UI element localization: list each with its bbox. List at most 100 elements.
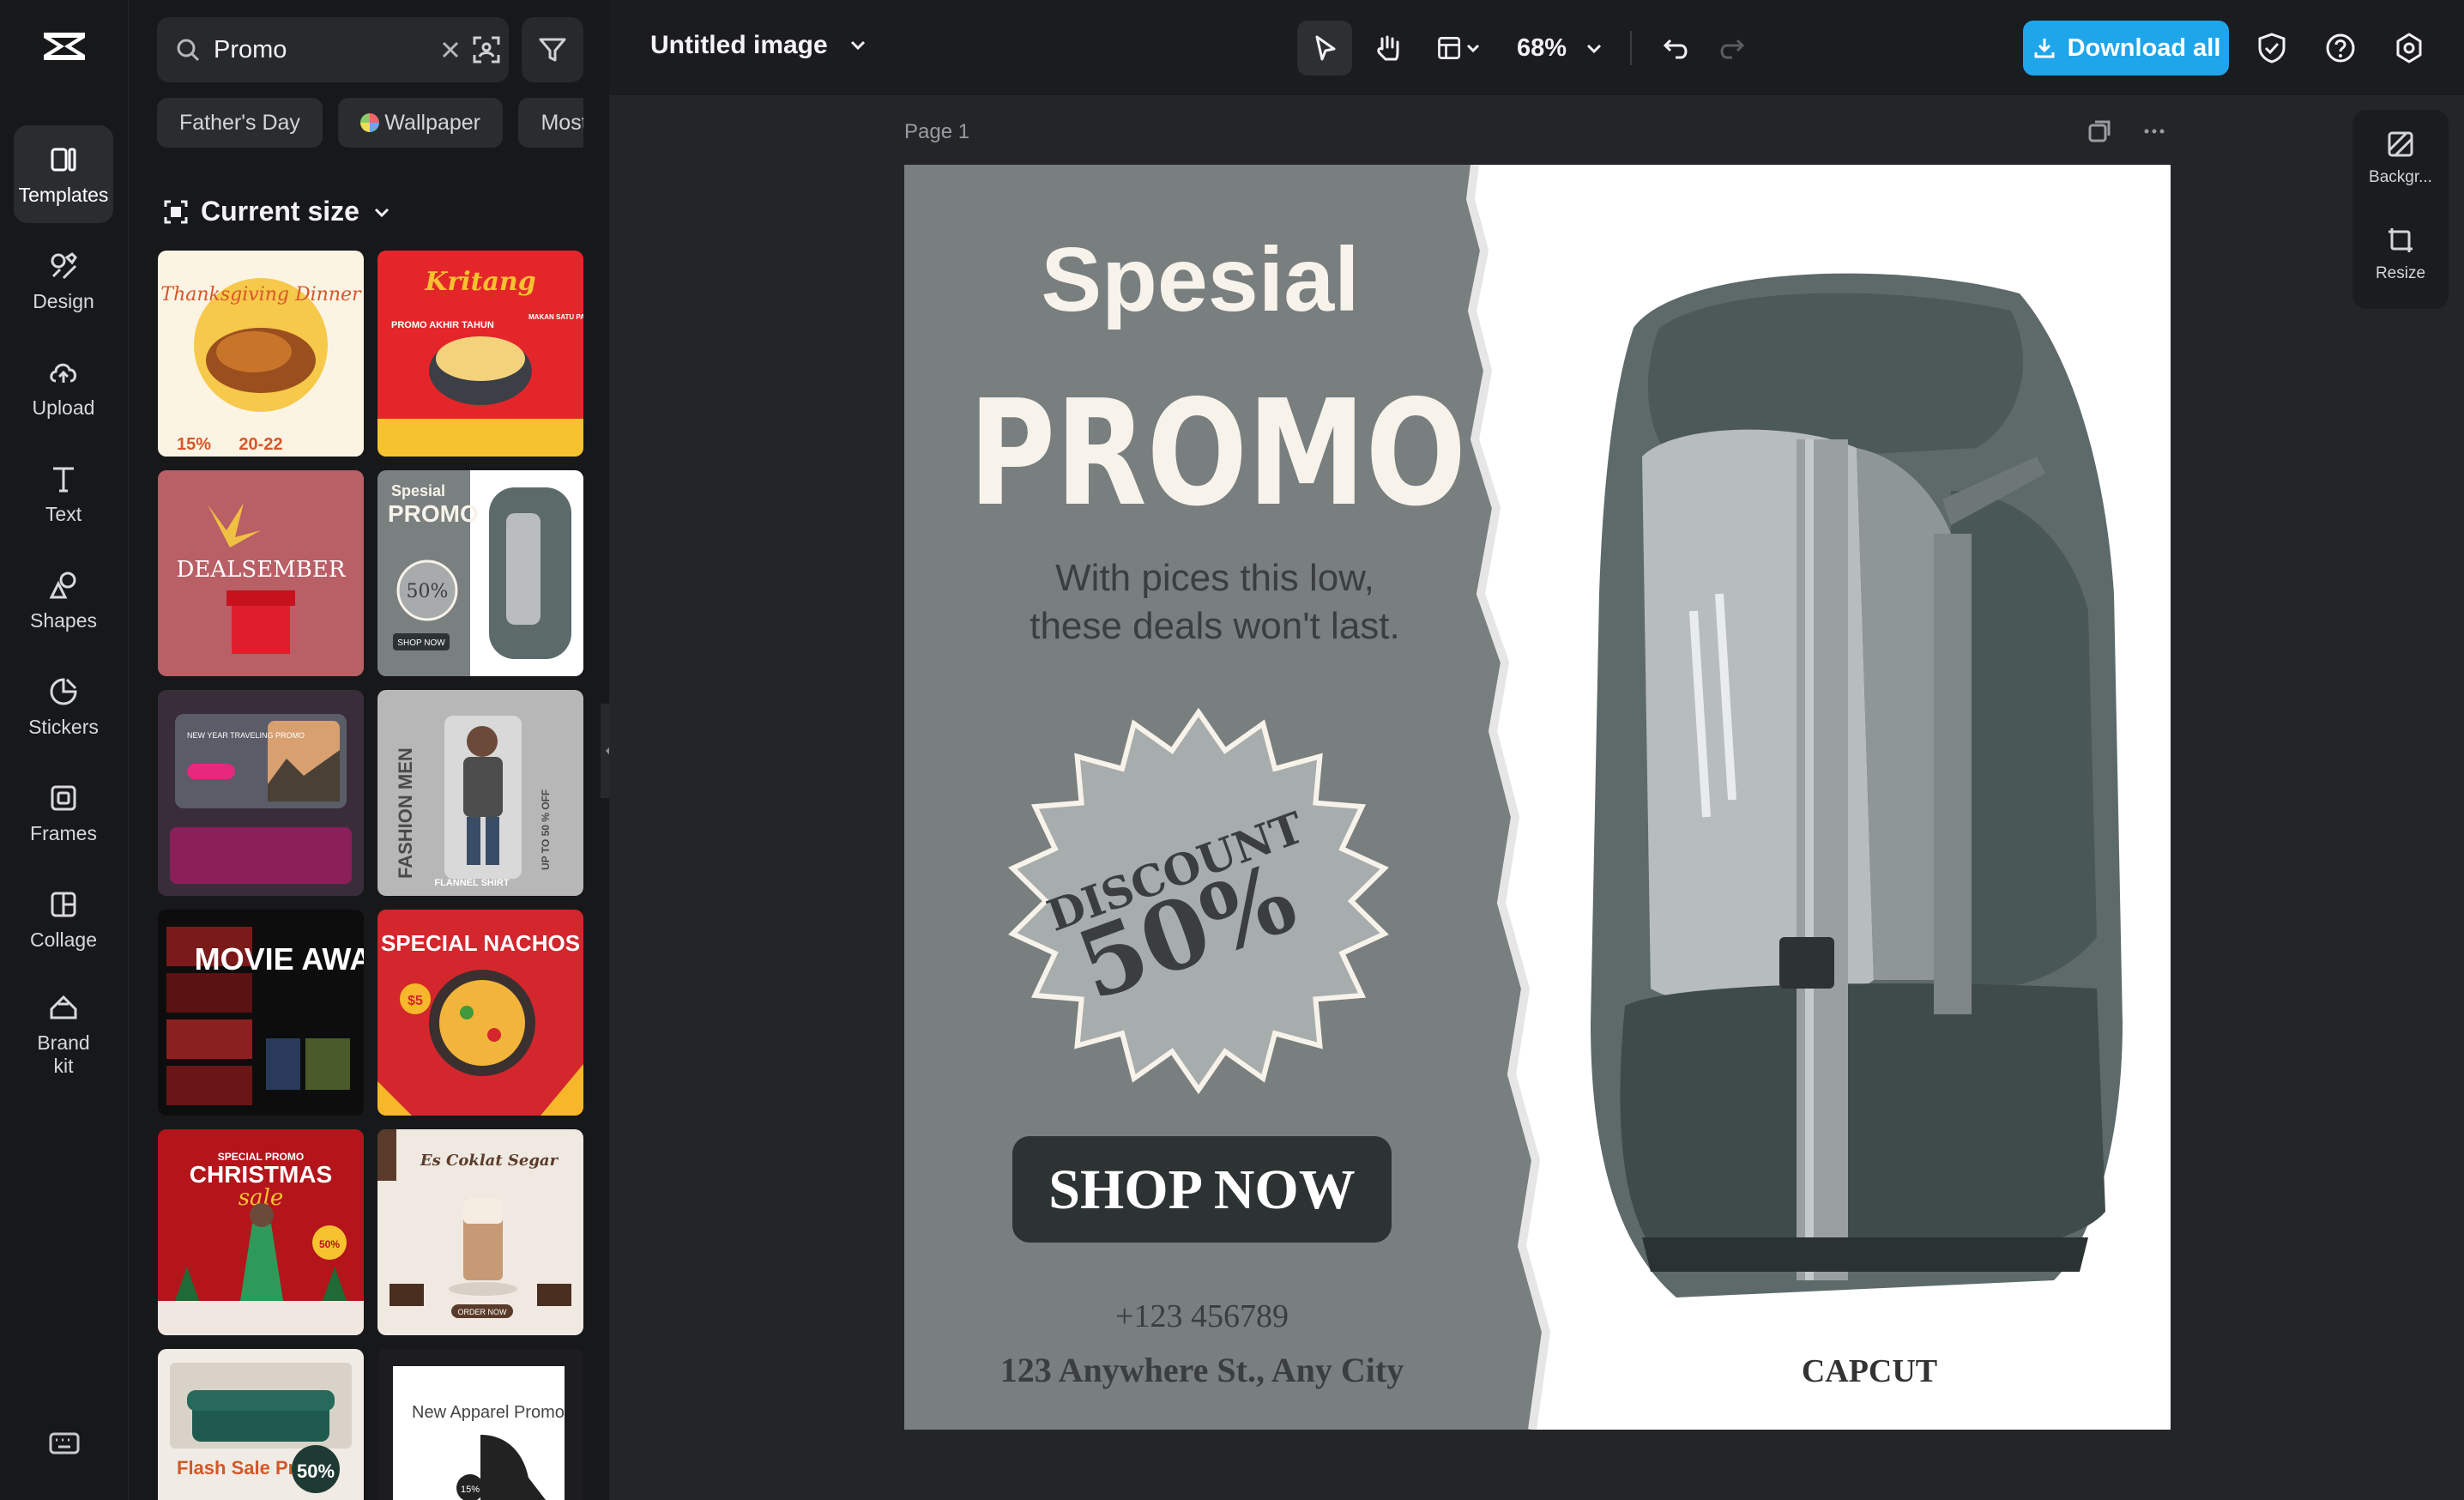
shop-now-button[interactable]: SHOP NOW — [1048, 1158, 1356, 1221]
capcut-logo-icon[interactable] — [39, 26, 90, 69]
background-tool-label: Backgr... — [2369, 168, 2432, 186]
rail-item-upload[interactable]: Upload — [14, 338, 113, 436]
toolbar-divider — [1630, 31, 1633, 65]
chevron-down-icon — [374, 208, 389, 217]
template-text: Kritang — [424, 267, 535, 297]
heading-promo: PROMO — [969, 369, 1466, 539]
template-thumbnail: DEALSEMBER — [158, 470, 364, 676]
chevron-down-icon — [1466, 44, 1480, 53]
more-options-icon[interactable] — [2140, 117, 2169, 146]
clear-search-icon[interactable] — [438, 38, 462, 62]
brand-name: CAPCUT — [1802, 1353, 1937, 1389]
chip-most[interactable]: Most — [518, 98, 583, 148]
template-card-spesial-promo[interactable]: Spesial PROMO 50% SHOP NOW — [377, 470, 583, 676]
template-thumbnail: Spesial PROMO 50% SHOP NOW — [377, 470, 583, 676]
template-text: FASHION MEN — [395, 747, 416, 879]
design-artwork: Spesial PROMO With pices this low, these… — [904, 165, 2171, 1430]
chip-fathers-day[interactable]: Father's Day — [157, 98, 323, 148]
template-text: Spesial — [391, 482, 445, 499]
resize-frame-icon — [164, 200, 188, 223]
template-text: New Apparel Promo — [412, 1403, 565, 1422]
template-text: 20-22 — [239, 435, 282, 454]
help-button[interactable] — [2318, 26, 2363, 70]
search-icon — [177, 39, 200, 62]
collage-icon — [51, 892, 76, 916]
rail-item-label: Brand kit — [37, 1031, 90, 1077]
rail-item-shapes[interactable]: Shapes — [14, 551, 113, 649]
chevron-down-icon — [850, 40, 865, 51]
zoom-level[interactable]: 68% — [1508, 34, 1575, 63]
chevron-down-icon — [1586, 44, 1602, 54]
redo-button[interactable] — [1704, 21, 1759, 76]
chip-wallpaper[interactable]: Wallpaper — [338, 98, 504, 148]
collapse-panel-button[interactable] — [601, 704, 609, 798]
rail-item-label: Shapes — [29, 608, 97, 632]
canvas-area: Page 1 Spesial PROMO With pices this low… — [609, 96, 2464, 1500]
settings-button[interactable] — [2387, 26, 2431, 70]
subtext-line-2: these deals won't last. — [1030, 605, 1400, 647]
security-button[interactable] — [2250, 26, 2294, 70]
sticker-icon — [50, 677, 77, 705]
rail-item-templates[interactable]: Templates — [14, 125, 113, 223]
rail-item-collage[interactable]: Collage — [14, 870, 113, 968]
document-title-menu[interactable]: Untitled image — [650, 31, 869, 60]
template-text: NEW YEAR TRAVELING PROMO — [187, 731, 305, 740]
rail-item-stickers[interactable]: Stickers — [14, 657, 113, 755]
template-card-es-coklat[interactable]: Es Coklat Segar ORDER NOW — [377, 1129, 583, 1335]
template-card-flash-sale[interactable]: Flash Sale Promo 50% — [158, 1349, 364, 1500]
template-thumbnail: SPECIAL NACHOS $5 — [377, 910, 583, 1116]
template-text: DEALSEMBER — [177, 557, 347, 583]
current-size-dropdown[interactable]: Current size — [163, 196, 392, 227]
design-icon — [51, 251, 77, 279]
page-label: Page 1 — [904, 120, 970, 143]
select-tool-button[interactable] — [1297, 21, 1352, 76]
rail-item-frames[interactable]: Frames — [14, 764, 113, 862]
templates-icon — [51, 148, 76, 171]
template-text: ORDER NOW — [458, 1308, 508, 1316]
template-card-thanksgiving[interactable]: Thanksgiving Dinner 15% 20-22 — [158, 251, 364, 457]
filter-button[interactable] — [522, 17, 583, 82]
right-tools-panel: Backgr... Resize — [2352, 110, 2449, 309]
shield-check-icon — [2258, 33, 2286, 64]
search-input[interactable] — [214, 29, 385, 70]
download-all-button[interactable]: Download all — [2023, 21, 2229, 76]
resize-tool-button[interactable]: Resize — [2352, 206, 2449, 302]
template-card-dealsember[interactable]: DEALSEMBER — [158, 470, 364, 676]
template-card-new-apparel[interactable]: New Apparel Promo 15% — [377, 1349, 583, 1500]
template-card-christmas[interactable]: SPECIAL PROMO CHRISTMAS sale 50% — [158, 1129, 364, 1335]
rail-item-label: Templates — [18, 183, 109, 206]
page-tools — [2085, 117, 2169, 146]
image-search-icon[interactable] — [471, 34, 502, 65]
template-card-movie-award[interactable]: MOVIE AWARD — [158, 910, 364, 1116]
resize-icon — [2389, 228, 2413, 252]
subtext-line-1: With pices this low, — [1055, 557, 1374, 599]
app-window: Templates Design Upload Text Shapes Stic… — [0, 0, 2464, 1500]
rail-item-design[interactable]: Design — [14, 232, 113, 330]
layout-tool-button[interactable] — [1424, 21, 1493, 76]
cloud-upload-icon — [50, 363, 76, 383]
frame-icon — [51, 785, 76, 810]
palette-icon — [360, 113, 380, 132]
shapes-icon — [49, 572, 76, 598]
backpack-image — [1591, 273, 2123, 1297]
left-rail: Templates Design Upload Text Shapes Stic… — [0, 0, 129, 1500]
template-card-travel-promo[interactable]: NEW YEAR TRAVELING PROMO — [158, 690, 364, 896]
rail-item-brand-kit[interactable]: Brand kit — [14, 977, 113, 1092]
template-text: 15% — [461, 1485, 480, 1495]
template-text: UP TO 50 % OFF — [540, 789, 552, 870]
layout-icon — [1438, 37, 1461, 59]
hand-tool-button[interactable] — [1361, 21, 1416, 76]
background-tool-button[interactable]: Backgr... — [2352, 110, 2449, 206]
design-page[interactable]: Spesial PROMO With pices this low, these… — [904, 165, 2171, 1430]
rail-item-text[interactable]: Text — [14, 445, 113, 542]
undo-button[interactable] — [1649, 21, 1704, 76]
zoom-dropdown-button[interactable] — [1575, 21, 1613, 76]
duplicate-page-icon[interactable] — [2085, 117, 2114, 146]
template-card-kritang[interactable]: Kritang PROMO AKHIR TAHUN MAKAN SATU PAS… — [377, 251, 583, 457]
template-card-fashion-men[interactable]: FASHION MEN UP TO 50 % OFF FLANNEL SHIRT — [377, 690, 583, 896]
template-thumbnail: NEW YEAR TRAVELING PROMO — [158, 690, 364, 896]
redo-icon — [1720, 39, 1745, 59]
keyboard-shortcuts-icon[interactable] — [47, 1426, 82, 1461]
rail-item-label: Stickers — [28, 715, 99, 738]
template-card-special-nachos[interactable]: SPECIAL NACHOS $5 — [377, 910, 583, 1116]
